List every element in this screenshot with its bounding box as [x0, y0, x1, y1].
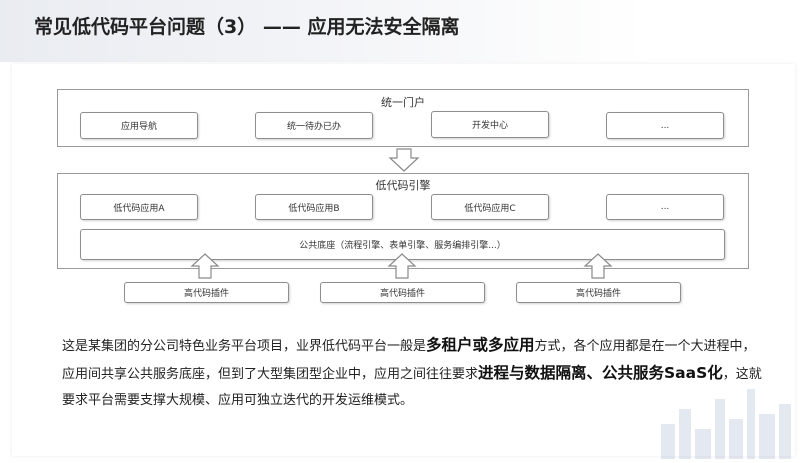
engine-app-c: 低代码应用C [431, 194, 549, 220]
desc-part-1: 这是某集团的分公司特色业务平台项目，业界低代码平台一般是 [62, 339, 427, 354]
plugin-box-2: 高代码插件 [320, 282, 485, 303]
desc-bold-1: 多租户或多应用 [426, 336, 535, 354]
portal-item-todo: 统一待办已办 [255, 112, 373, 139]
engine-app-b: 低代码应用B [255, 194, 373, 220]
down-arrow-icon [388, 148, 420, 172]
portal-item-dev-center: 开发中心 [431, 111, 549, 138]
portal-item-more: ... [606, 112, 724, 139]
skyline-watermark [661, 389, 791, 459]
plugin-box-1: 高代码插件 [124, 282, 289, 303]
portal-item-app-nav: 应用导航 [80, 112, 198, 139]
engine-app-a: 低代码应用A [80, 194, 198, 220]
up-arrow-icon [190, 253, 220, 279]
up-arrow-icon [583, 253, 613, 279]
engine-title: 低代码引擎 [375, 179, 431, 192]
portal-title: 统一门户 [381, 96, 425, 109]
engine-app-more: ... [606, 194, 724, 220]
plugin-box-3: 高代码插件 [516, 282, 681, 303]
page-title: 常见低代码平台问题（3） —— 应用无法安全隔离 [34, 16, 460, 38]
up-arrow-icon [387, 253, 417, 279]
